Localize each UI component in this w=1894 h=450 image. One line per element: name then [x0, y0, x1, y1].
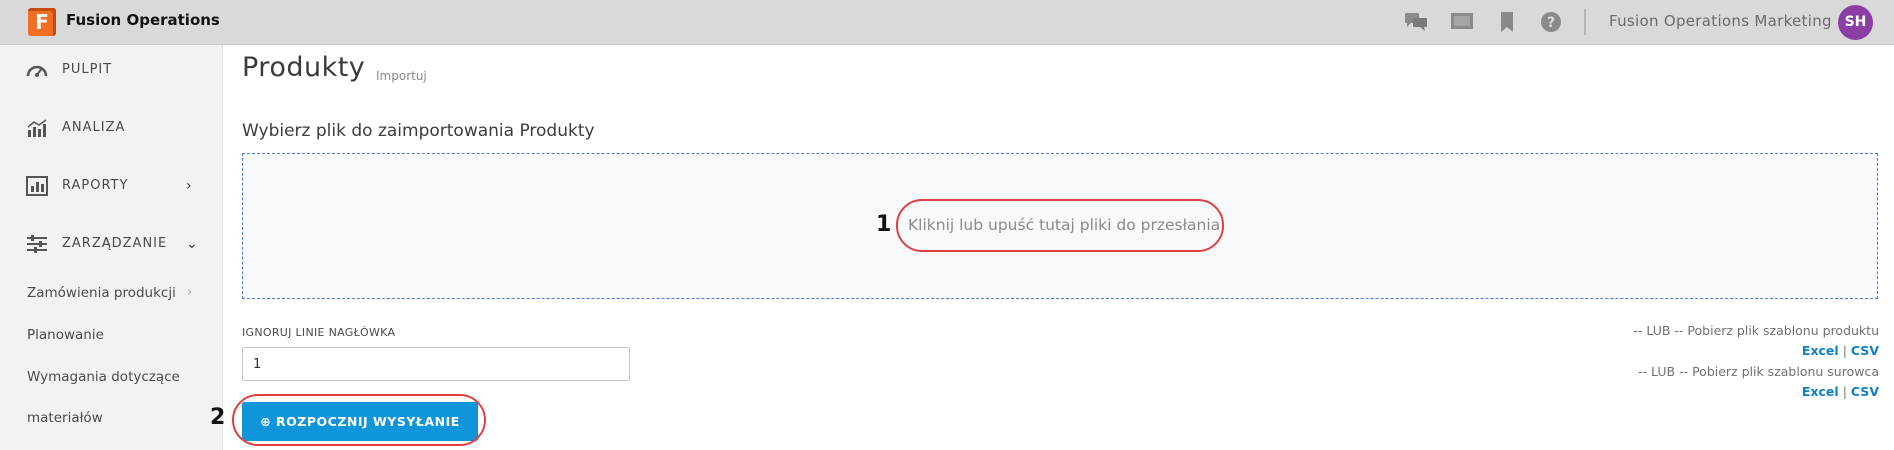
sliders-icon	[27, 235, 47, 253]
analytics-icon	[27, 119, 47, 137]
sidebar-subitem-label: Planowanie	[27, 327, 104, 343]
app-name[interactable]: Fusion Operations	[66, 11, 220, 29]
raw-template-csv-link[interactable]: CSV	[1851, 384, 1879, 399]
annotation-circle-1	[896, 199, 1224, 252]
sidebar-item-raporty[interactable]: RAPORTY ›	[0, 166, 222, 206]
sidebar-subitem-zamowienia[interactable]: Zamówienia produkcji ›	[27, 285, 192, 301]
chevron-down-icon: ⌄	[186, 236, 198, 252]
sidebar: PULPIT ANALIZA RAPORTY › ZARZĄDZANIE ⌄ Z…	[0, 45, 223, 450]
sidebar-item-label: RAPORTY	[62, 178, 129, 193]
raw-template-excel-link[interactable]: Excel	[1802, 384, 1839, 399]
link-separator: |	[1842, 384, 1847, 399]
sidebar-item-label: ANALIZA	[62, 120, 126, 135]
sidebar-subitem-wymagania-cont[interactable]: materiałów	[27, 410, 103, 426]
link-separator: |	[1842, 343, 1847, 358]
topbar-divider	[1584, 9, 1586, 35]
bookmark-icon[interactable]	[1495, 11, 1519, 33]
user-avatar[interactable]: SH	[1838, 5, 1873, 40]
sidebar-item-label: ZARZĄDZANIE	[62, 236, 168, 251]
svg-text:?: ?	[1547, 15, 1555, 31]
annotation-circle-2	[232, 394, 486, 446]
tenant-name[interactable]: Fusion Operations Marketing	[1609, 12, 1832, 30]
raw-template-text: -- LUB -- Pobierz plik szablonu surowca	[1638, 364, 1879, 379]
chevron-right-icon: ›	[186, 178, 192, 194]
monitor-icon[interactable]	[1450, 11, 1474, 33]
page-title: Produkty	[242, 52, 366, 83]
sidebar-subitem-planowanie[interactable]: Planowanie	[27, 327, 104, 343]
annotation-number-1: 1	[876, 212, 892, 237]
annotation-number-2: 2	[210, 405, 226, 430]
section-title: Wybierz plik do zaimportowania Produkty	[242, 121, 595, 141]
reports-icon	[26, 176, 48, 196]
top-bar: F Fusion Operations ? Fusion Operations …	[0, 0, 1894, 45]
product-template-links: Excel | CSV	[1802, 343, 1879, 358]
app-logo[interactable]: F	[28, 8, 56, 36]
help-icon[interactable]: ?	[1539, 11, 1563, 33]
sidebar-subitem-label: Zamówienia produkcji	[27, 285, 176, 301]
ignore-header-input[interactable]	[242, 347, 630, 381]
sidebar-item-zarzadzanie[interactable]: ZARZĄDZANIE ⌄	[0, 224, 222, 264]
sidebar-subitem-label: Wymagania dotyczące	[27, 369, 180, 385]
page-subtitle: Importuj	[376, 69, 427, 83]
product-template-text: -- LUB -- Pobierz plik szablonu produktu	[1633, 323, 1879, 338]
dashboard-icon	[26, 65, 48, 77]
sidebar-subitem-wymagania[interactable]: Wymagania dotyczące	[27, 369, 180, 385]
product-template-excel-link[interactable]: Excel	[1802, 343, 1839, 358]
sidebar-item-label: PULPIT	[62, 62, 113, 77]
product-template-csv-link[interactable]: CSV	[1851, 343, 1879, 358]
chevron-right-icon: ›	[187, 285, 193, 300]
sidebar-item-pulpit[interactable]: PULPIT	[0, 50, 222, 90]
sidebar-item-analiza[interactable]: ANALIZA	[0, 108, 222, 148]
chat-icon[interactable]	[1404, 11, 1428, 33]
ignore-header-label: IGNORUJ LINIE NAGŁÓWKA	[242, 326, 396, 339]
raw-template-links: Excel | CSV	[1802, 384, 1879, 399]
sidebar-subitem-label: materiałów	[27, 410, 103, 426]
